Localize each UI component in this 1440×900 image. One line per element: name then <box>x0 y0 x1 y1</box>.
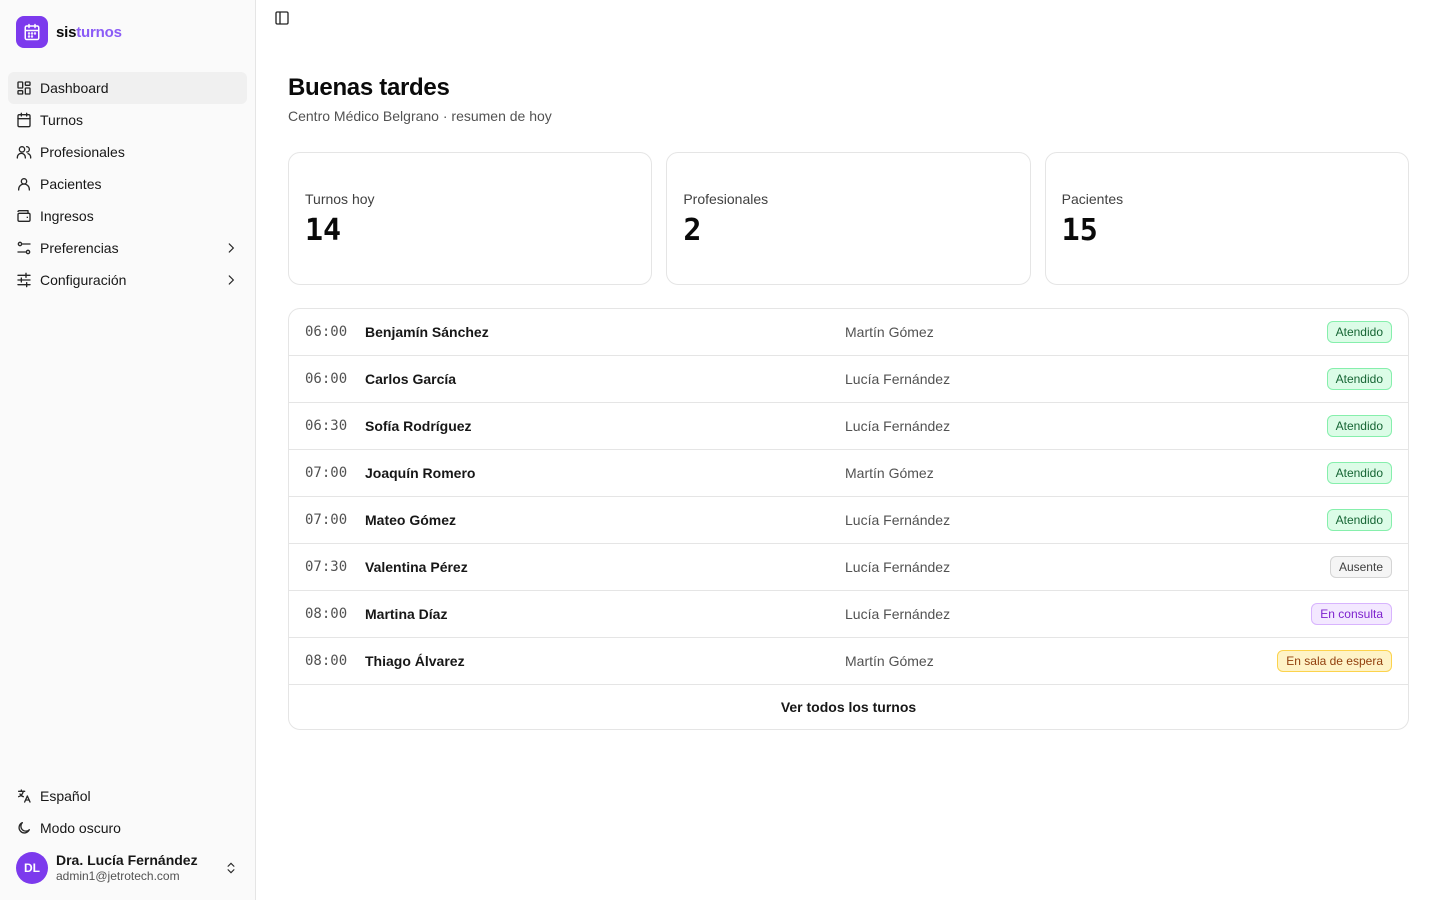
settings-sliders-icon <box>16 272 32 288</box>
sidebar-item-label: Pacientes <box>40 176 102 192</box>
appointment-time: 07:30 <box>305 559 348 575</box>
appointment-time: 06:00 <box>305 324 348 340</box>
chevron-right-icon <box>223 272 239 288</box>
appointment-time: 07:00 <box>305 512 348 528</box>
sidebar-item-label: Configuración <box>40 272 127 288</box>
sidebar-item-turnos[interactable]: Turnos <box>8 104 247 136</box>
stat-label: Pacientes <box>1061 191 1124 207</box>
patient-name: Sofía Rodríguez <box>365 418 472 434</box>
stats-cards: Turnos hoy 14 Profesionales 2 Pacientes … <box>288 152 1409 285</box>
appointment-time: 06:30 <box>305 418 348 434</box>
chevrons-up-down-icon <box>223 860 239 876</box>
user-email: admin1@jetrotech.com <box>56 869 180 884</box>
stat-value: 14 <box>305 213 342 248</box>
appointment-time: 08:00 <box>305 653 348 669</box>
stat-label: Profesionales <box>683 191 769 207</box>
status-badge: Atendido <box>1326 321 1392 343</box>
professional-name: Lucía Fernández <box>845 418 951 434</box>
sidebar-item-profesionales[interactable]: Profesionales <box>8 136 247 168</box>
status-badge: Atendido <box>1326 462 1392 484</box>
sidebar-toggle-icon <box>274 10 290 31</box>
user-info: Dra. Lucía Fernández admin1@jetrotech.co… <box>56 852 223 884</box>
wallet-icon <box>16 208 32 224</box>
patient-name: Martina Díaz <box>365 606 448 622</box>
language-label: Español <box>40 788 91 804</box>
users-icon <box>16 144 32 160</box>
status-badge: Atendido <box>1326 415 1392 437</box>
appointments-list: 06:00 Benjamín Sánchez Martín Gómez Aten… <box>288 308 1409 730</box>
language-button[interactable]: Español <box>8 780 247 812</box>
patient-name: Valentina Pérez <box>365 559 468 575</box>
translate-icon <box>16 788 32 804</box>
professional-name: Martín Gómez <box>845 465 934 481</box>
status-badge: Ausente <box>1329 556 1392 578</box>
sidebar-item-label: Preferencias <box>40 240 119 256</box>
page-title: Buenas tardes <box>288 74 450 101</box>
list-item[interactable]: 06:00 Carlos García Lucía Fernández Aten… <box>289 356 1408 403</box>
sidebar: sisturnos Dashboard Turnos Profesionales… <box>0 0 256 900</box>
list-item[interactable]: 06:30 Sofía Rodríguez Lucía Fernández At… <box>289 403 1408 450</box>
dark-mode-button[interactable]: Modo oscuro <box>8 812 247 844</box>
patient-name: Carlos García <box>365 371 457 387</box>
brand[interactable]: sisturnos <box>16 16 122 48</box>
patient-name: Thiago Álvarez <box>365 653 465 669</box>
page-subtitle: Centro Médico Belgrano · resumen de hoy <box>288 108 552 124</box>
sidebar-item-dashboard[interactable]: Dashboard <box>8 72 247 104</box>
status-badge: En sala de espera <box>1277 650 1392 672</box>
patient-name: Mateo Gómez <box>365 512 457 528</box>
professional-name: Lucía Fernández <box>845 371 951 387</box>
sidebar-item-configuracion[interactable]: Configuración <box>8 264 247 296</box>
calendar-icon <box>16 112 32 128</box>
sliders-icon <box>16 240 32 256</box>
sidebar-item-label: Dashboard <box>40 80 109 96</box>
appointment-time: 08:00 <box>305 606 348 622</box>
stat-card-profesionales: Profesionales 2 <box>666 152 1031 285</box>
status-badge: En consulta <box>1311 603 1392 625</box>
chevron-right-icon <box>223 240 239 256</box>
dashboard-icon <box>16 80 32 96</box>
view-all-appointments-link[interactable]: Ver todos los turnos <box>289 685 1408 729</box>
sidebar-item-pacientes[interactable]: Pacientes <box>8 168 247 200</box>
sidebar-toggle-button[interactable] <box>272 10 292 30</box>
status-badge: Atendido <box>1326 509 1392 531</box>
sidebar-item-label: Profesionales <box>40 144 125 160</box>
patient-name: Joaquín Romero <box>365 465 476 481</box>
user-menu[interactable]: DL Dra. Lucía Fernández admin1@jetrotech… <box>8 844 247 892</box>
professional-name: Martín Gómez <box>845 653 934 669</box>
sidebar-item-preferencias[interactable]: Preferencias <box>8 232 247 264</box>
stat-value: 15 <box>1061 213 1098 248</box>
stat-label: Turnos hoy <box>305 191 375 207</box>
professional-name: Lucía Fernández <box>845 559 951 575</box>
status-badge: Atendido <box>1326 368 1392 390</box>
patient-name: Benjamín Sánchez <box>365 324 489 340</box>
brand-name: sisturnos <box>56 23 122 41</box>
moon-icon <box>16 820 32 836</box>
professional-name: Martín Gómez <box>845 324 934 340</box>
sidebar-item-ingresos[interactable]: Ingresos <box>8 200 247 232</box>
professional-name: Lucía Fernández <box>845 606 951 622</box>
appointment-time: 07:00 <box>305 465 348 481</box>
appointment-time: 06:00 <box>305 371 348 387</box>
sidebar-item-label: Ingresos <box>40 208 94 224</box>
stat-card-pacientes: Pacientes 15 <box>1044 152 1409 285</box>
stat-card-turnos: Turnos hoy 14 <box>288 152 653 285</box>
sidebar-nav: Dashboard Turnos Profesionales Pacientes… <box>8 72 247 296</box>
professional-name: Lucía Fernández <box>845 512 951 528</box>
list-item[interactable]: 08:00 Martina Díaz Lucía Fernández En co… <box>289 591 1408 638</box>
list-item[interactable]: 06:00 Benjamín Sánchez Martín Gómez Aten… <box>289 309 1408 356</box>
user-icon <box>16 176 32 192</box>
calendar-icon <box>16 16 48 48</box>
list-item[interactable]: 08:00 Thiago Álvarez Martín Gómez En sal… <box>289 638 1408 685</box>
sidebar-footer: Español Modo oscuro <box>8 780 247 844</box>
stat-value: 2 <box>683 213 702 248</box>
dark-mode-label: Modo oscuro <box>40 820 121 836</box>
user-name: Dra. Lucía Fernández <box>56 852 198 869</box>
sidebar-item-label: Turnos <box>40 112 84 128</box>
page-header: Buenas tardes Centro Médico Belgrano · r… <box>288 72 552 124</box>
list-item[interactable]: 07:00 Joaquín Romero Martín Gómez Atendi… <box>289 450 1408 497</box>
avatar: DL <box>16 852 48 884</box>
list-item[interactable]: 07:00 Mateo Gómez Lucía Fernández Atendi… <box>289 497 1408 544</box>
list-item[interactable]: 07:30 Valentina Pérez Lucía Fernández Au… <box>289 544 1408 591</box>
